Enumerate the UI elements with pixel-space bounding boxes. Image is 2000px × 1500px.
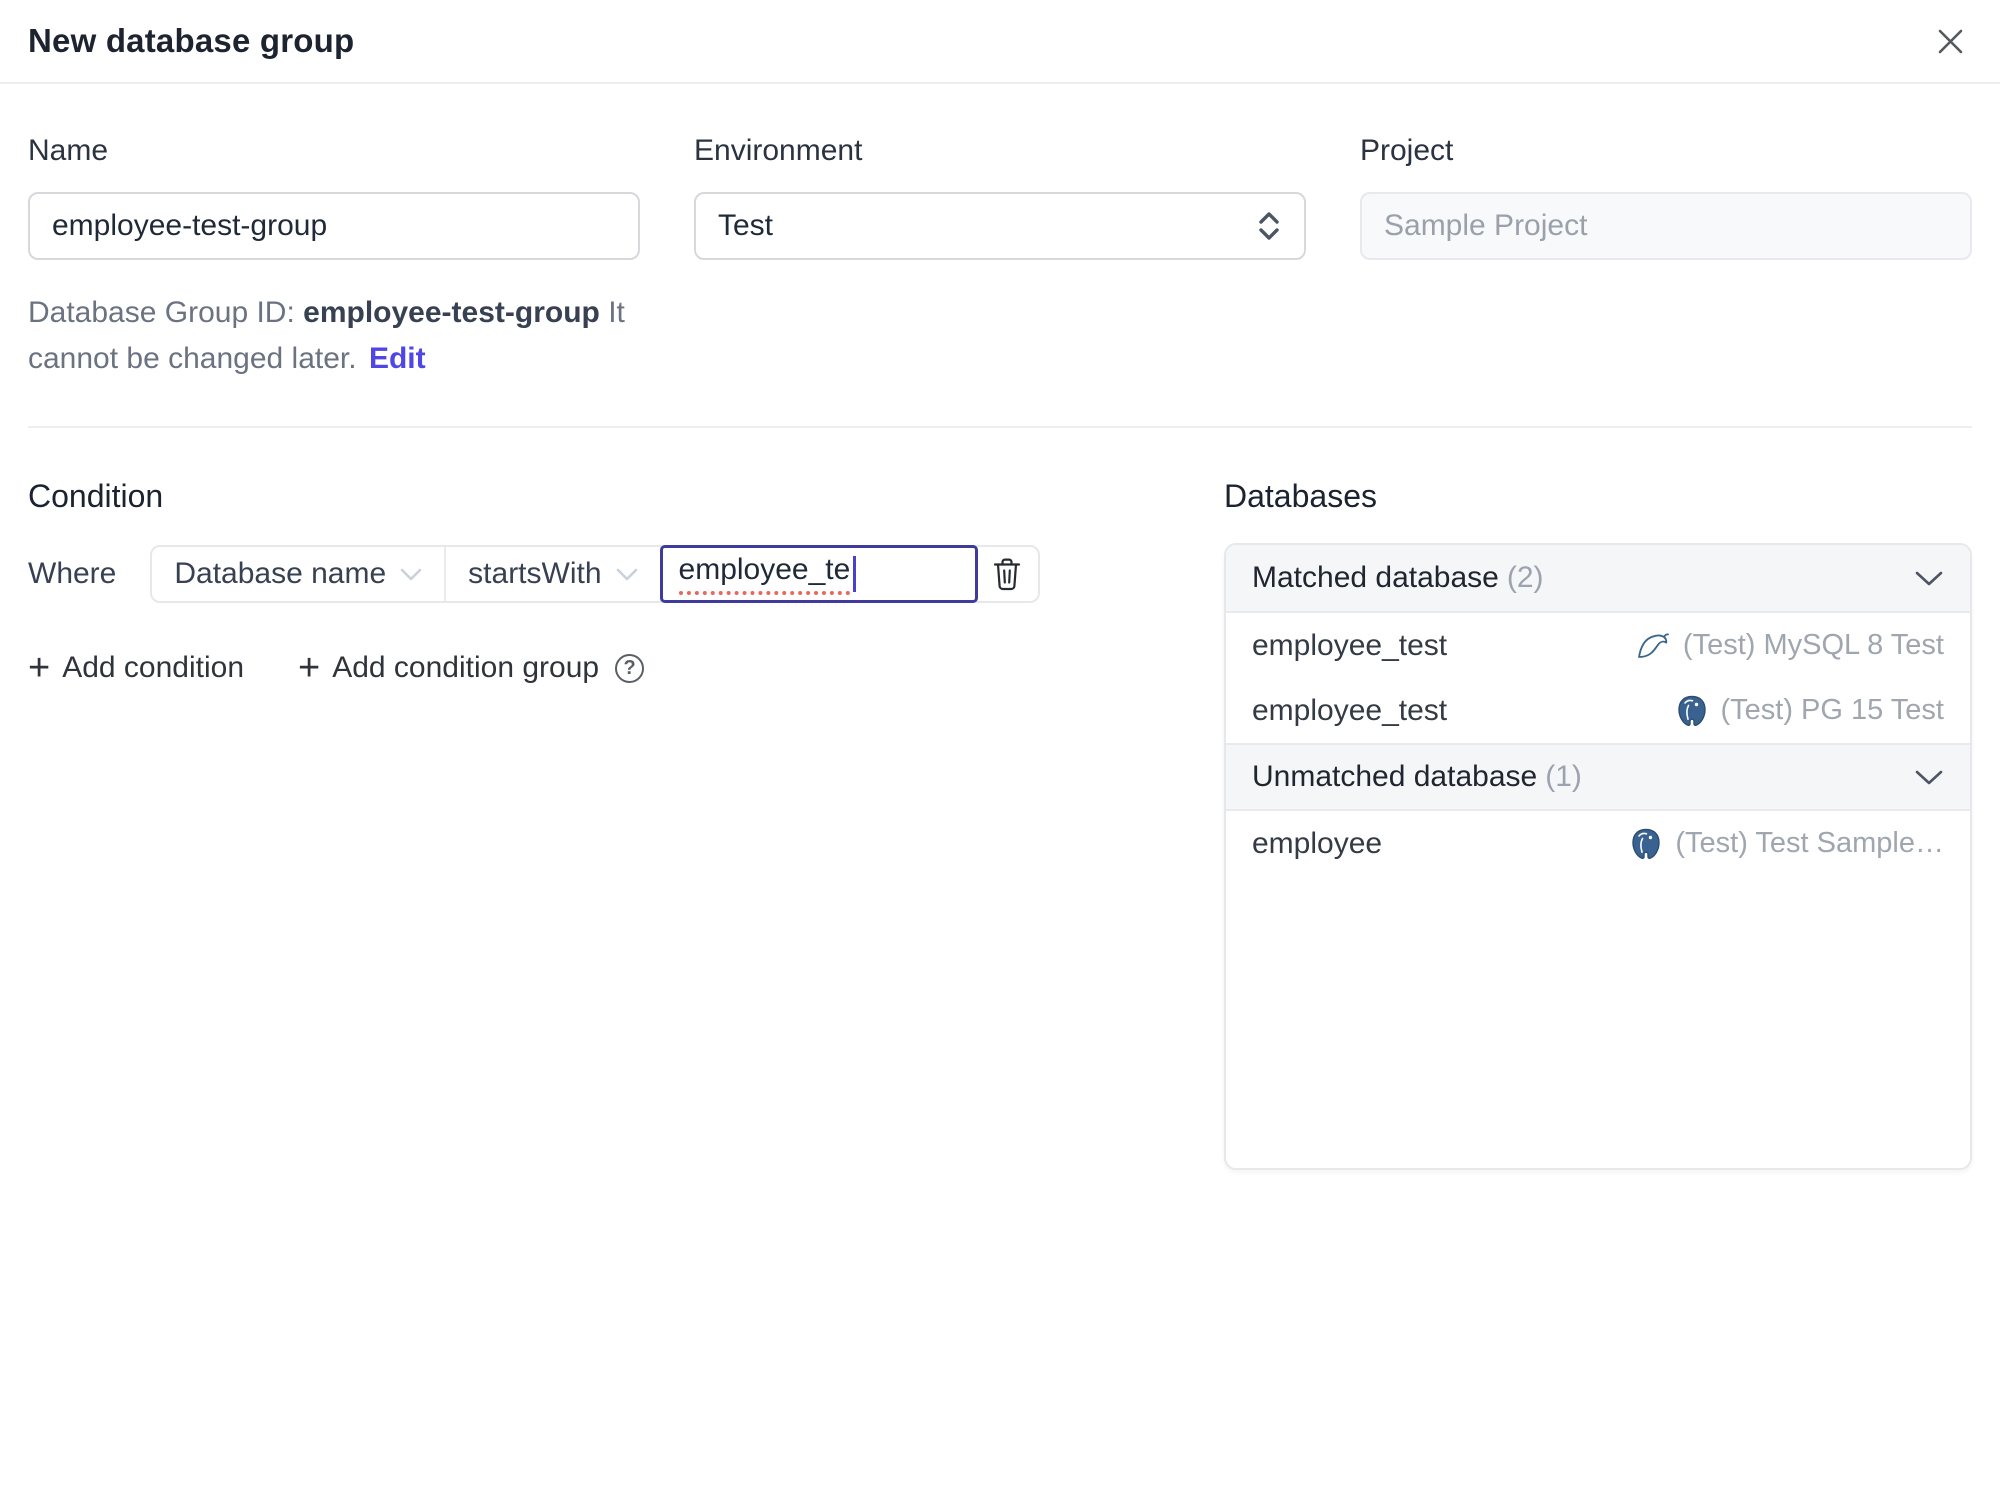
group-id-value: employee-test-group xyxy=(303,296,600,329)
database-name: employee_test xyxy=(1252,693,1448,727)
database-row[interactable]: employee (Test) Test Sample… xyxy=(1226,811,1970,876)
condition-section: Condition Where Database name startsWith xyxy=(28,478,1178,689)
mysql-icon xyxy=(1635,630,1671,662)
page-title: New database group xyxy=(28,22,355,59)
add-condition-group-label: Add condition group xyxy=(332,651,600,684)
add-condition-button[interactable]: + Add condition xyxy=(28,647,245,689)
add-condition-label: Add condition xyxy=(62,651,245,684)
unmatched-database-title: Unmatched database (1) xyxy=(1252,760,1582,793)
delete-condition-button[interactable] xyxy=(976,547,1038,601)
database-instance: (Test) MySQL 8 Test xyxy=(1635,629,1944,662)
database-instance: (Test) PG 15 Test xyxy=(1675,694,1945,728)
group-id-helper: Database Group ID: employee-test-group I… xyxy=(28,290,640,382)
databases-panel: Matched database (2) employee_test (Test… xyxy=(1224,543,1972,1170)
unmatched-database-count: (1) xyxy=(1545,760,1582,793)
text-cursor xyxy=(853,556,857,592)
database-instance-label: (Test) PG 15 Test xyxy=(1720,694,1945,726)
environment-select[interactable]: Test xyxy=(694,192,1306,260)
chevron-down-icon xyxy=(616,568,638,581)
matched-database-count: (2) xyxy=(1506,561,1544,594)
condition-value-text: employee_te xyxy=(678,553,851,595)
condition-operator-value: startsWith xyxy=(468,557,602,590)
condition-field-select[interactable]: Database name xyxy=(152,547,447,601)
name-label: Name xyxy=(28,134,109,167)
close-button[interactable] xyxy=(1930,21,1970,61)
condition-row: Where Database name startsWith employee_… xyxy=(28,545,1178,603)
section-divider xyxy=(28,426,1972,428)
project-value: Sample Project xyxy=(1384,209,1588,242)
plus-icon: + xyxy=(28,647,51,689)
close-icon xyxy=(1935,26,1966,57)
databases-heading: Databases xyxy=(1224,478,1377,514)
project-field-group: Project Sample Project xyxy=(1360,134,1972,382)
where-label: Where xyxy=(28,557,117,590)
dialog-header: New database group xyxy=(0,0,2000,84)
project-label: Project xyxy=(1360,134,1454,167)
chevron-down-icon xyxy=(1914,570,1944,587)
group-id-prefix: Database Group ID: xyxy=(28,296,304,329)
postgres-icon xyxy=(1675,694,1709,728)
database-instance: (Test) Test Sample… xyxy=(1629,827,1944,861)
condition-actions: + Add condition + Add condition group ? xyxy=(28,647,1178,689)
edit-link[interactable]: Edit xyxy=(369,342,426,375)
unmatched-database-header[interactable]: Unmatched database (1) xyxy=(1226,743,1970,811)
name-field-group: Name Database Group ID: employee-test-gr… xyxy=(28,134,640,382)
dialog-body: Name Database Group ID: employee-test-gr… xyxy=(0,134,2000,1170)
chevron-down-icon xyxy=(1914,769,1944,786)
environment-field-group: Environment Test xyxy=(694,134,1306,382)
database-row[interactable]: employee_test (Test) PG 15 Test xyxy=(1226,678,1970,743)
condition-operator-select[interactable]: startsWith xyxy=(446,547,662,601)
database-name: employee_test xyxy=(1252,628,1448,662)
postgres-icon xyxy=(1629,827,1663,861)
condition-group: Database name startsWith employee_te xyxy=(150,545,1040,603)
database-instance-label: (Test) MySQL 8 Test xyxy=(1682,629,1944,661)
add-condition-group-button[interactable]: + Add condition group xyxy=(298,647,600,689)
select-updown-icon xyxy=(1256,209,1282,243)
matched-database-title: Matched database (2) xyxy=(1252,561,1544,594)
database-instance-label: (Test) Test Sample… xyxy=(1675,827,1944,859)
trash-icon xyxy=(991,556,1023,592)
database-row[interactable]: employee_test (Test) MySQL 8 Test xyxy=(1226,613,1970,678)
databases-section: Databases Matched database (2) employee_t… xyxy=(1224,478,1972,1170)
chevron-down-icon xyxy=(400,568,422,581)
name-input[interactable] xyxy=(28,192,640,260)
help-icon[interactable]: ? xyxy=(615,653,645,683)
form-row: Name Database Group ID: employee-test-gr… xyxy=(28,134,1972,382)
plus-icon: + xyxy=(298,647,321,689)
condition-value-input[interactable]: employee_te xyxy=(659,545,978,603)
condition-field-value: Database name xyxy=(174,557,387,590)
database-name: employee xyxy=(1252,826,1383,860)
project-input: Sample Project xyxy=(1360,192,1972,260)
matched-database-header[interactable]: Matched database (2) xyxy=(1226,545,1970,613)
condition-heading: Condition xyxy=(28,478,164,514)
environment-label: Environment xyxy=(694,134,863,167)
environment-selected-value: Test xyxy=(718,209,774,242)
